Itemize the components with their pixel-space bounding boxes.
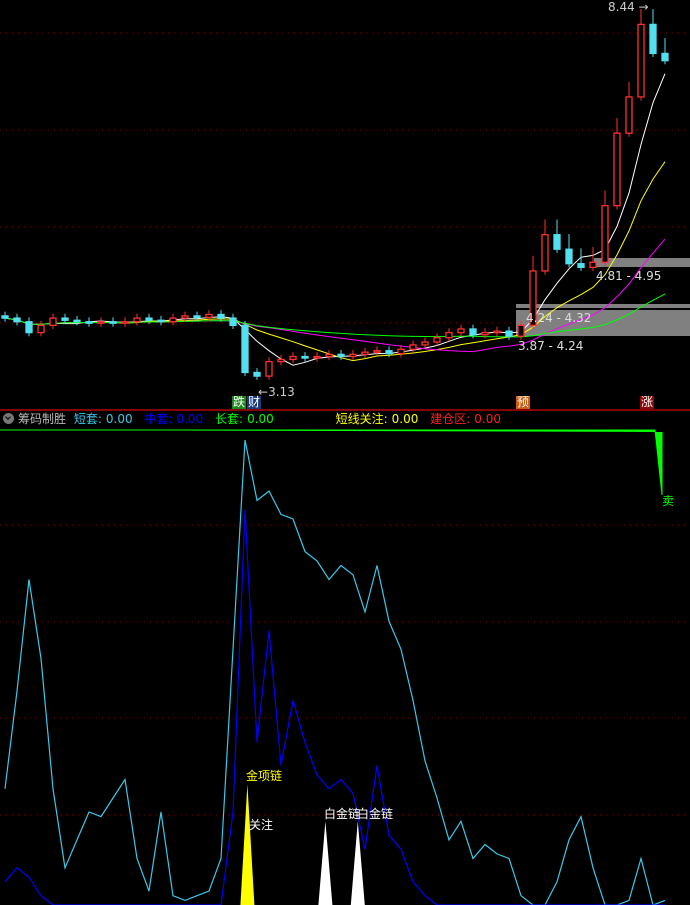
candle bbox=[109, 321, 117, 324]
candle bbox=[205, 313, 213, 319]
zone-label-3: 3.87 - 4.24 bbox=[518, 339, 584, 353]
candle bbox=[229, 317, 237, 326]
candle bbox=[361, 351, 369, 356]
signal-spike bbox=[240, 784, 255, 905]
candle bbox=[277, 358, 285, 363]
candle bbox=[133, 317, 141, 323]
candle bbox=[157, 319, 165, 323]
stock-chart bbox=[0, 9, 690, 905]
marker-platinum-1: 白金链 bbox=[324, 807, 361, 821]
candle bbox=[517, 324, 525, 337]
candle bbox=[421, 341, 429, 346]
marker-gold-necklace: 金项链 bbox=[246, 769, 283, 783]
marker-sell: 卖 bbox=[662, 494, 675, 508]
candle bbox=[289, 355, 297, 361]
candle bbox=[457, 328, 465, 334]
candle bbox=[301, 355, 309, 359]
candle bbox=[649, 23, 657, 55]
collapse-chevron-icon[interactable] bbox=[3, 413, 14, 424]
candle bbox=[61, 317, 69, 321]
legend-mid: 中套: 0.00 bbox=[144, 412, 204, 426]
legend-focus: 短线关注: 0.00 bbox=[335, 412, 419, 426]
candle bbox=[469, 328, 477, 336]
candle bbox=[541, 234, 549, 272]
candle bbox=[445, 331, 453, 339]
candle bbox=[493, 330, 501, 334]
candle bbox=[505, 330, 513, 337]
marker-focus: 关注 bbox=[249, 818, 274, 832]
candle bbox=[613, 132, 621, 207]
high-price-label: 8.44 → bbox=[608, 0, 649, 14]
low-price-label: ←3.13 bbox=[258, 385, 295, 399]
candle bbox=[589, 261, 597, 268]
candle bbox=[397, 348, 405, 355]
long-trap-line bbox=[0, 429, 663, 496]
indicator-line-0 bbox=[4, 439, 666, 905]
legend-short: 短套: 0.00 bbox=[73, 412, 133, 426]
indicator-title: 筹码制胜 bbox=[18, 412, 67, 426]
legend-long: 长套: 0.00 bbox=[215, 412, 274, 426]
zone-label-1: 4.81 - 4.95 bbox=[596, 269, 662, 283]
indicator-legend: 筹码制胜 短套: 0.00 中套: 0.00 长套: 0.00 短线关注: 0.00 建… bbox=[0, 411, 690, 427]
legend-build: 建仓区: 0.00 bbox=[430, 412, 501, 426]
candle bbox=[265, 360, 273, 377]
candle bbox=[325, 353, 333, 358]
candle bbox=[121, 321, 129, 324]
candle bbox=[13, 317, 21, 323]
signal-spike bbox=[318, 821, 333, 905]
candle bbox=[85, 321, 93, 324]
candle bbox=[625, 96, 633, 134]
candle bbox=[565, 248, 573, 265]
candle bbox=[661, 52, 669, 62]
candle bbox=[553, 234, 561, 250]
candle bbox=[313, 355, 321, 359]
marker-platinum-2: 白金链 bbox=[357, 807, 394, 821]
candle bbox=[97, 321, 105, 324]
candle bbox=[409, 344, 417, 350]
candle bbox=[217, 313, 225, 319]
signal-cai: 财 bbox=[247, 395, 262, 409]
signal-zhang: 涨 bbox=[640, 395, 655, 409]
candle bbox=[37, 324, 45, 334]
signal-yu: 预 bbox=[516, 395, 531, 409]
signal-die: 跌 bbox=[232, 395, 247, 409]
candle bbox=[73, 319, 81, 323]
signal-spike bbox=[350, 821, 365, 905]
candle bbox=[601, 205, 609, 263]
candle bbox=[637, 23, 645, 98]
candle bbox=[349, 353, 357, 358]
candle bbox=[193, 315, 201, 319]
candle bbox=[241, 324, 249, 374]
candle bbox=[481, 331, 489, 336]
candle bbox=[169, 317, 177, 323]
candle bbox=[49, 317, 57, 326]
indicator-line-1 bbox=[4, 509, 665, 905]
candle bbox=[577, 263, 585, 268]
candle bbox=[25, 321, 33, 334]
candle bbox=[181, 315, 189, 319]
candle bbox=[433, 337, 441, 343]
candle bbox=[145, 317, 153, 321]
candle bbox=[337, 353, 345, 358]
candle bbox=[253, 371, 261, 377]
zone-label-2: 4.24 - 4.32 bbox=[526, 311, 592, 325]
candle bbox=[373, 350, 381, 353]
candle bbox=[1, 315, 9, 319]
candle bbox=[385, 350, 393, 355]
